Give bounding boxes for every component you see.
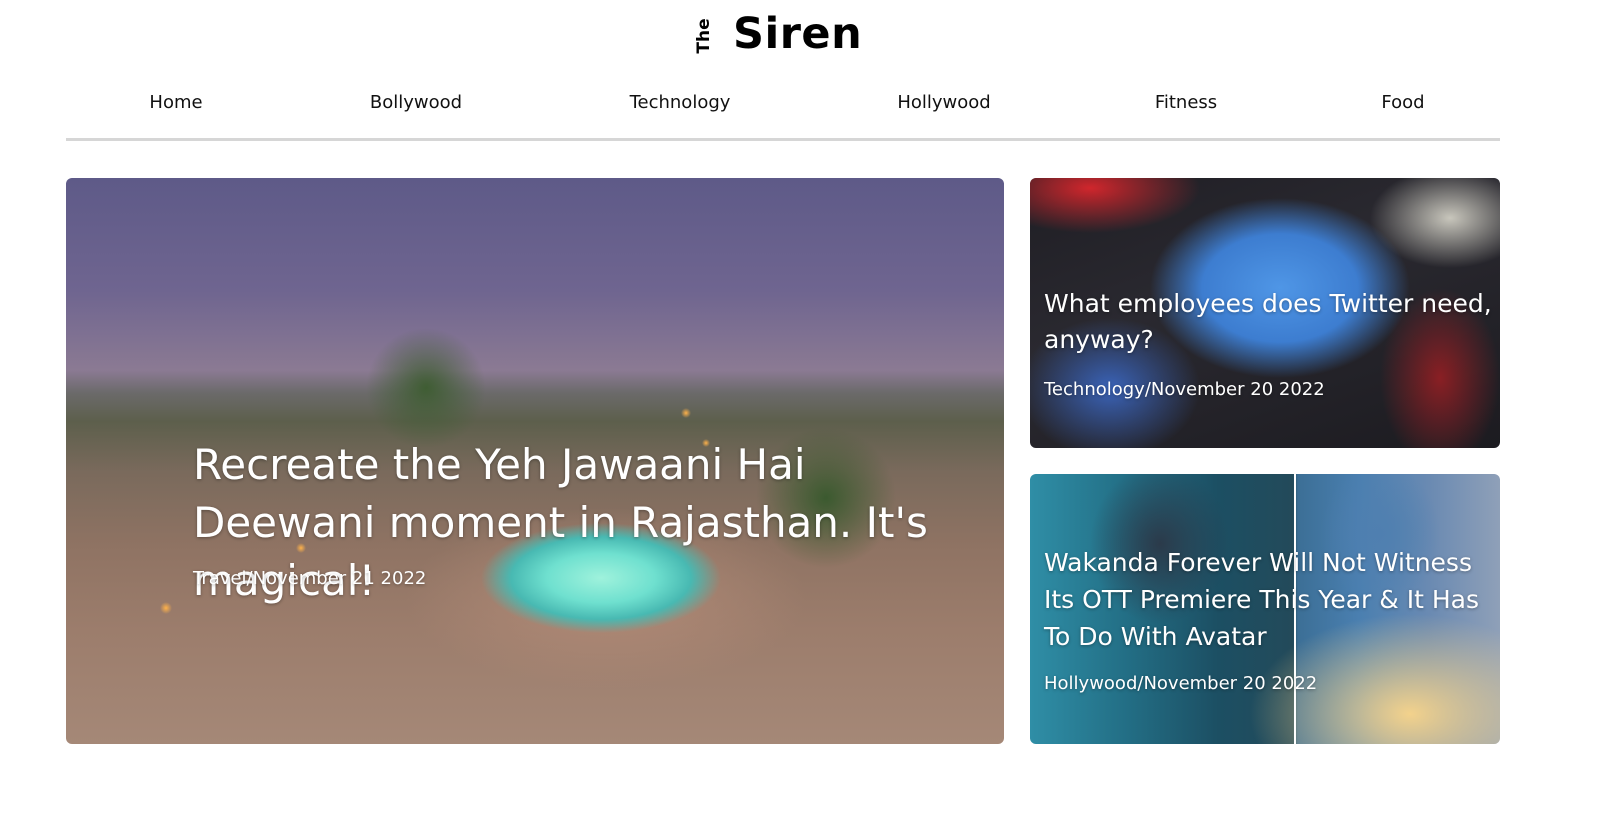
site-logo[interactable]: The Siren <box>0 0 1613 70</box>
featured-article-card[interactable]: Recreate the Yeh Jawaani Hai Deewani mom… <box>66 178 1004 744</box>
nav-item-technology[interactable]: Technology <box>630 92 731 113</box>
nav-item-food[interactable]: Food <box>1381 92 1424 113</box>
logo-the-text: The <box>694 18 714 54</box>
nav-item-fitness[interactable]: Fitness <box>1155 92 1217 113</box>
side-article-title[interactable]: What employees does Twitter need, anyway… <box>1044 286 1494 358</box>
side-article-card[interactable]: Wakanda Forever Will Not Witness Its OTT… <box>1030 474 1500 744</box>
main-nav: Home Bollywood Technology Hollywood Fitn… <box>66 84 1500 141</box>
side-article-meta: Technology/November 20 2022 <box>1044 379 1325 400</box>
side-article-title[interactable]: Wakanda Forever Will Not Witness Its OTT… <box>1044 544 1494 655</box>
nav-item-hollywood[interactable]: Hollywood <box>897 92 990 113</box>
featured-article-meta: Travel/November 21 2022 <box>193 568 427 589</box>
side-article-meta: Hollywood/November 20 2022 <box>1044 673 1318 694</box>
logo-name-text: Siren <box>733 9 863 59</box>
side-article-card[interactable]: What employees does Twitter need, anyway… <box>1030 178 1500 448</box>
nav-item-home[interactable]: Home <box>149 92 202 113</box>
nav-item-bollywood[interactable]: Bollywood <box>370 92 462 113</box>
